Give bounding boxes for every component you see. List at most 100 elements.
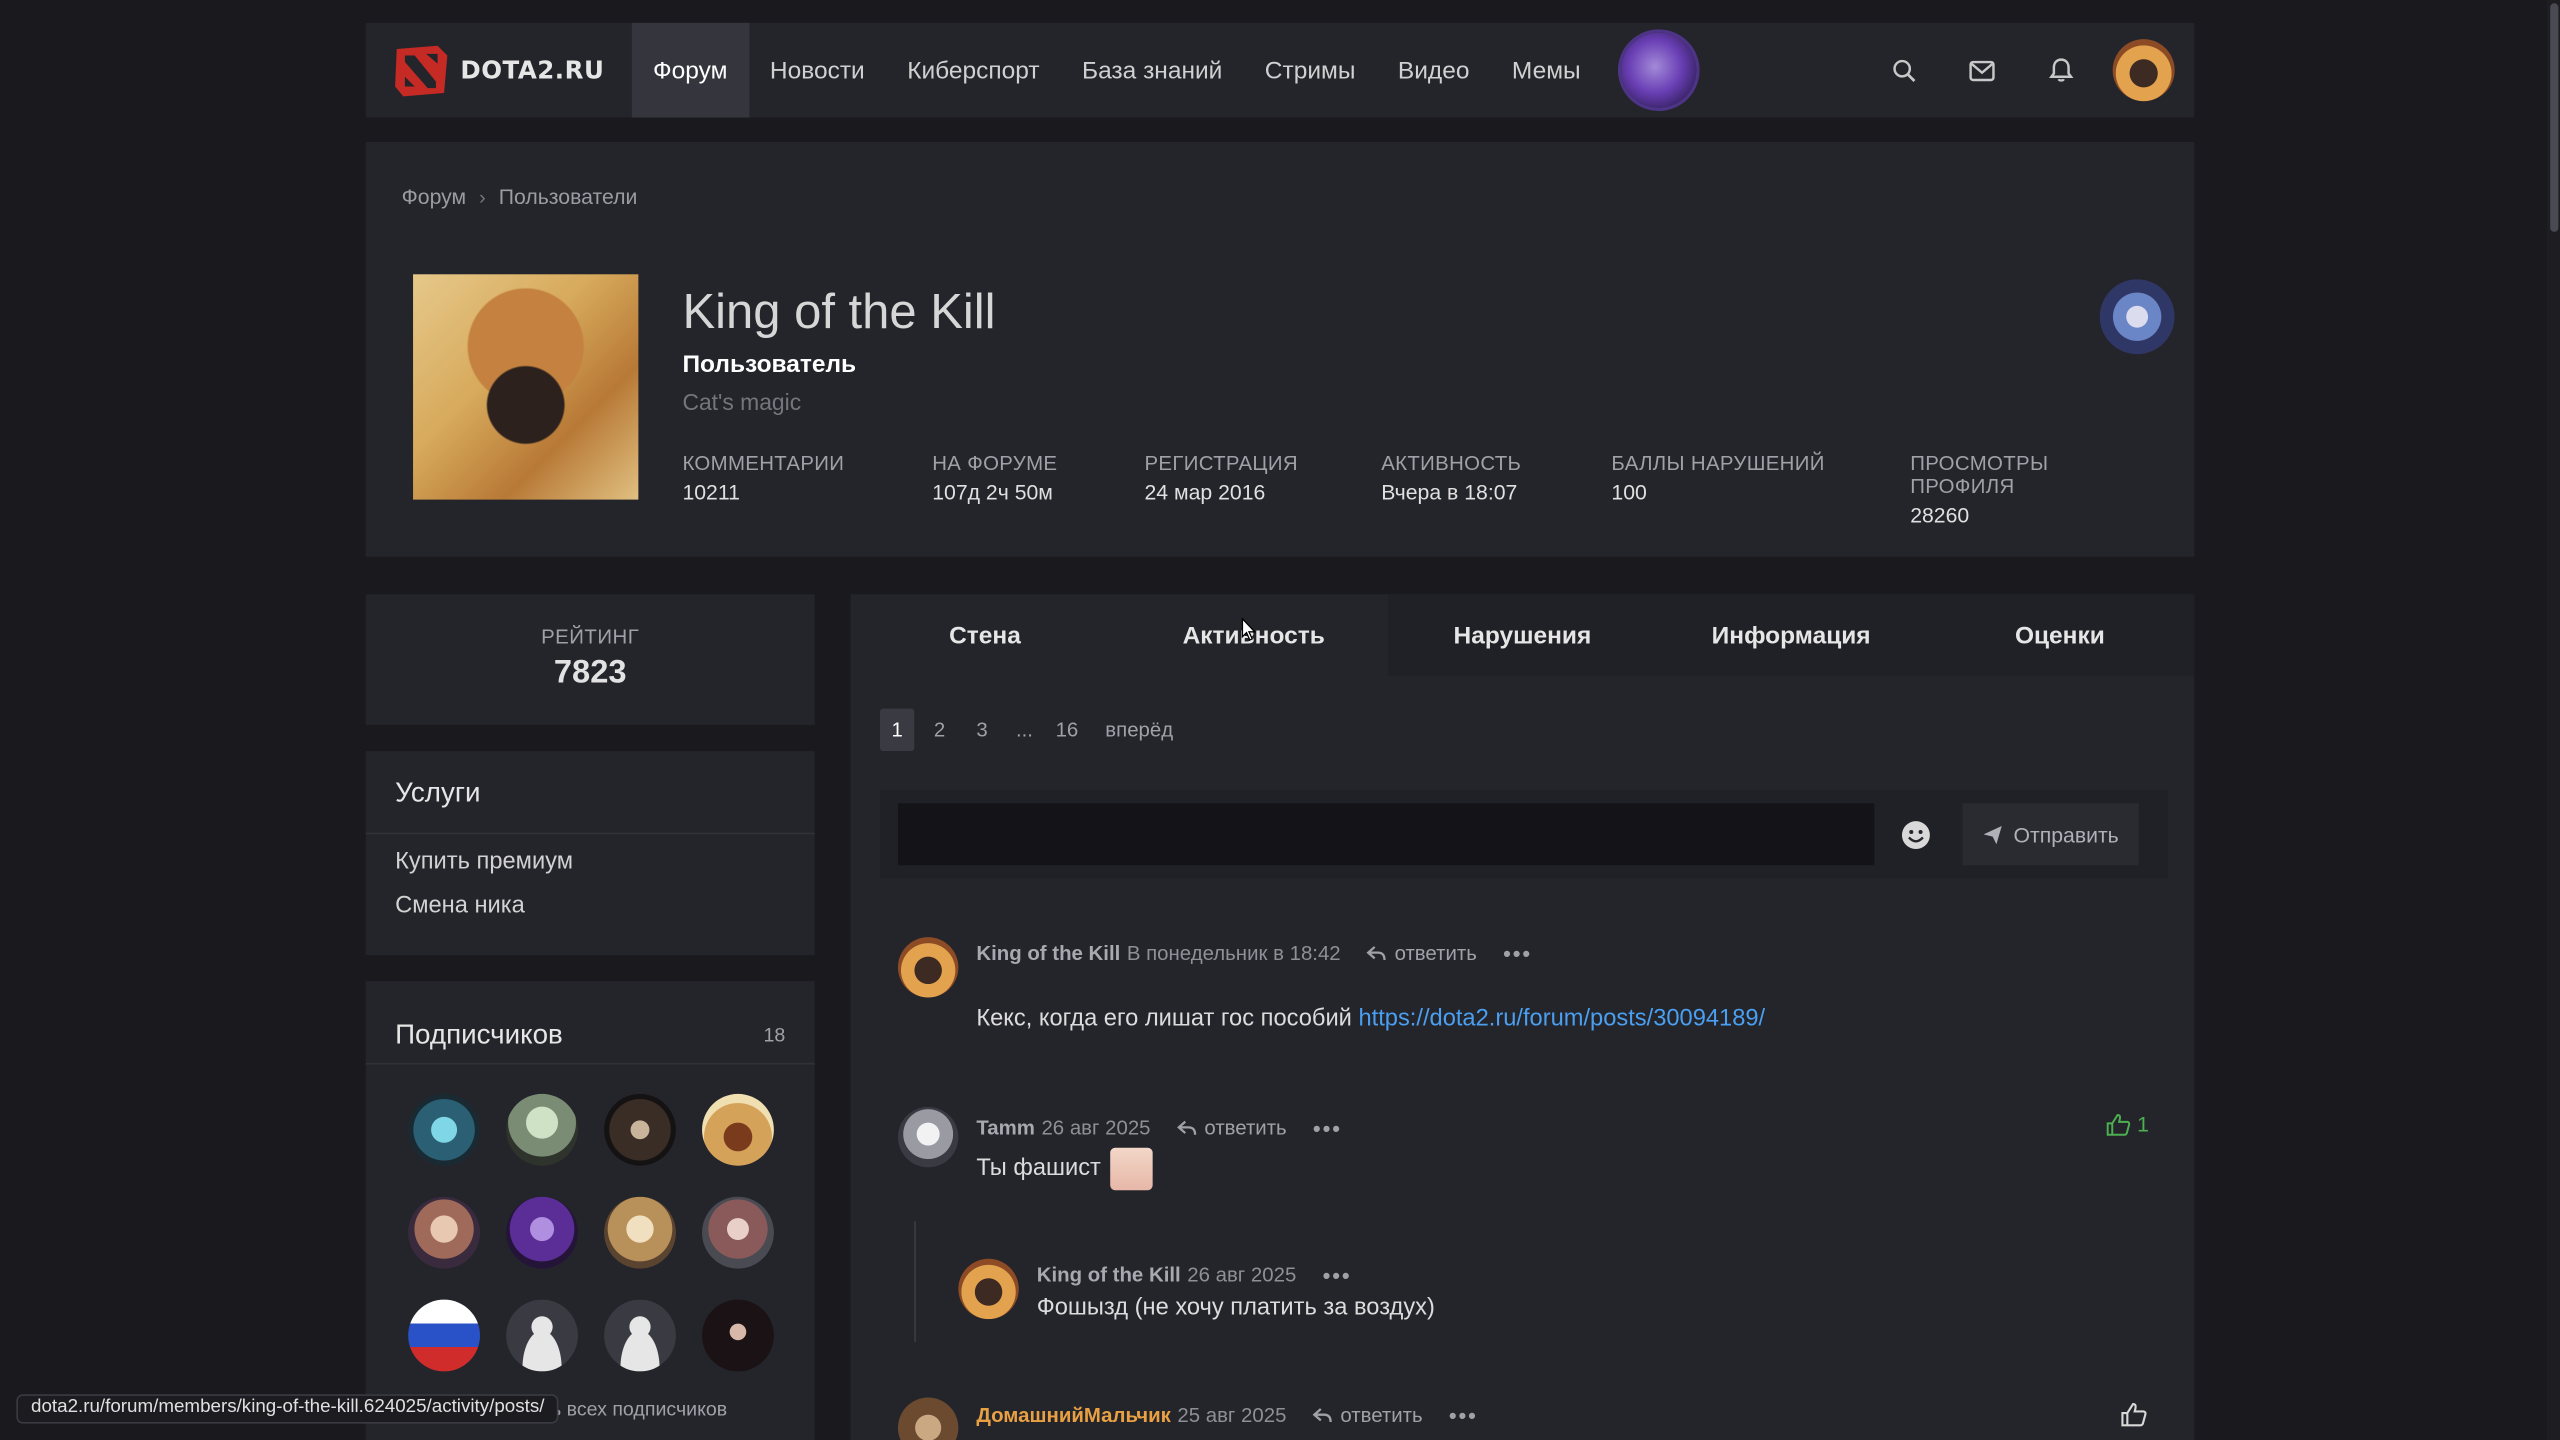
nav-memes[interactable]: Мемы bbox=[1491, 23, 1602, 118]
tab-wall[interactable]: Стена bbox=[851, 594, 1120, 676]
more-options-icon[interactable]: ••• bbox=[1322, 1262, 1351, 1288]
post-date[interactable]: В понедельник в 18:42 bbox=[1127, 942, 1341, 965]
like-button[interactable]: 1 bbox=[2106, 1112, 2149, 1136]
subscriber-avatar[interactable] bbox=[506, 1196, 578, 1269]
mouse-cursor-icon bbox=[1241, 617, 1257, 641]
more-options-icon[interactable]: ••• bbox=[1313, 1115, 1342, 1141]
user-avatar[interactable] bbox=[2112, 39, 2175, 102]
post-author[interactable]: Tamm bbox=[976, 1117, 1035, 1140]
more-options-icon[interactable]: ••• bbox=[1449, 1402, 1478, 1428]
stat-registration: Регистрация 24 мар 2016 bbox=[1144, 452, 1381, 527]
subscriber-avatar[interactable] bbox=[702, 1196, 774, 1269]
reply-label: ответить bbox=[1204, 1116, 1287, 1140]
nav-actions bbox=[1864, 23, 2194, 118]
reply-icon bbox=[1312, 1408, 1332, 1423]
page-2[interactable]: 2 bbox=[922, 709, 956, 751]
change-nick-link[interactable]: Смена ника bbox=[366, 893, 815, 919]
nav-streams[interactable]: Стримы bbox=[1244, 23, 1377, 118]
top-navigation: DOTA2.RU Форум Новости Киберспорт База з… bbox=[365, 22, 2195, 118]
nav-video[interactable]: Видео bbox=[1377, 23, 1491, 118]
tab-violations[interactable]: Нарушения bbox=[1388, 594, 1657, 676]
default-avatar-icon[interactable] bbox=[506, 1299, 578, 1372]
subscriber-avatar[interactable] bbox=[408, 1196, 480, 1269]
tab-ratings[interactable]: Оценки bbox=[1925, 594, 2195, 676]
emote-icon bbox=[1110, 1147, 1154, 1191]
subscriber-avatar[interactable] bbox=[408, 1299, 480, 1372]
subscribers-panel: Подписчиков 18 Посмотреть всех подписчик… bbox=[365, 981, 815, 1440]
subscribers-grid bbox=[366, 1064, 815, 1372]
post-author-avatar[interactable] bbox=[897, 1106, 959, 1168]
post-author-avatar[interactable] bbox=[958, 1258, 1019, 1320]
subscriber-avatar[interactable] bbox=[408, 1093, 480, 1166]
scrollbar-thumb[interactable] bbox=[2550, 3, 2559, 232]
send-button[interactable]: Отправить bbox=[1962, 803, 2139, 866]
thumbs-up-icon bbox=[2106, 1113, 2131, 1135]
stat-on-forum: На форуме 107д 2ч 50м bbox=[932, 452, 1144, 527]
page-1[interactable]: 1 bbox=[879, 708, 915, 752]
logo-text: DOTA2.RU bbox=[460, 55, 605, 85]
subscriber-avatar[interactable] bbox=[604, 1196, 676, 1269]
post-author[interactable]: King of the Kill bbox=[976, 942, 1120, 965]
stat-label: Просмотры профиля bbox=[1910, 452, 2049, 498]
subscribers-count: 18 bbox=[763, 1023, 786, 1047]
emoji-icon[interactable] bbox=[1874, 819, 1956, 850]
post-text: Ты фашист bbox=[976, 1147, 1154, 1191]
post-date[interactable]: 25 авг 2025 bbox=[1177, 1404, 1286, 1427]
chevron-right-icon: › bbox=[479, 185, 486, 209]
bell-icon[interactable] bbox=[2021, 23, 2099, 118]
post-text: Фошызд (не хочу платить за воздух) bbox=[1036, 1294, 1435, 1321]
profile-avatar[interactable] bbox=[413, 274, 639, 500]
stat-value: 107д 2ч 50м bbox=[932, 479, 1053, 505]
profile-stats: Комментарии 10211 На форуме 107д 2ч 50м … bbox=[682, 452, 2155, 527]
stat-activity: Активность Вчера в 18:07 bbox=[1381, 452, 1611, 527]
subscriber-avatar[interactable] bbox=[506, 1093, 578, 1166]
profile-role: Пользователь bbox=[682, 351, 857, 379]
nav-forum[interactable]: Форум bbox=[631, 22, 749, 118]
rating-label: РЕЙТИНГ bbox=[541, 625, 640, 649]
reply-button[interactable]: ответить bbox=[1366, 942, 1477, 965]
nav-knowledge-base[interactable]: База знаний bbox=[1061, 23, 1244, 118]
post-text: Кекс, когда его лишат гос пособий https:… bbox=[976, 1006, 1765, 1032]
post-date[interactable]: 26 авг 2025 bbox=[1041, 1117, 1150, 1140]
subscriber-avatar[interactable] bbox=[702, 1093, 774, 1166]
post-author-avatar[interactable] bbox=[897, 937, 959, 998]
nav-news[interactable]: Новости bbox=[749, 23, 886, 118]
stat-violation-points: Баллы нарушений 100 bbox=[1611, 452, 1910, 527]
send-label: Отправить bbox=[2013, 822, 2119, 847]
subscribers-header: Подписчиков 18 bbox=[365, 981, 815, 1065]
mail-icon[interactable] bbox=[1943, 23, 2021, 118]
more-options-icon[interactable]: ••• bbox=[1503, 940, 1532, 966]
breadcrumb-users[interactable]: Пользователи bbox=[499, 184, 638, 208]
subscriber-avatar[interactable] bbox=[604, 1093, 676, 1166]
next-page-link[interactable]: вперёд bbox=[1105, 709, 1173, 751]
page: DOTA2.RU Форум Новости Киберспорт База з… bbox=[0, 0, 2560, 1440]
post-author[interactable]: King of the Kill bbox=[1037, 1264, 1181, 1287]
site-logo[interactable]: DOTA2.RU bbox=[366, 23, 632, 118]
page-16[interactable]: 16 bbox=[1050, 709, 1084, 751]
page-scrollbar[interactable] bbox=[2546, 0, 2560, 1440]
reply-button[interactable]: ответить bbox=[1312, 1404, 1423, 1427]
tab-information[interactable]: Информация bbox=[1656, 594, 1926, 676]
rating-value: 7823 bbox=[553, 654, 627, 691]
post-header: ДомашнийМальчик 25 авг 2025 ответить ••• bbox=[976, 1402, 1477, 1428]
like-button[interactable] bbox=[2121, 1402, 2147, 1427]
nav-esports[interactable]: Киберспорт bbox=[886, 23, 1061, 118]
post-link[interactable]: https://dota2.ru/forum/posts/30094189/ bbox=[1358, 1006, 1765, 1032]
wall-message-input[interactable] bbox=[897, 803, 1875, 866]
buy-premium-link[interactable]: Купить премиум bbox=[366, 849, 815, 875]
post-author[interactable]: ДомашнийМальчик bbox=[976, 1404, 1171, 1427]
subscriber-avatar[interactable] bbox=[702, 1299, 774, 1372]
event-badge-icon[interactable] bbox=[1621, 32, 1697, 108]
default-avatar-icon[interactable] bbox=[604, 1299, 676, 1372]
page-ellipsis: ... bbox=[1015, 718, 1033, 742]
stat-label: Регистрация bbox=[1144, 452, 1298, 476]
post-date[interactable]: 26 авг 2025 bbox=[1187, 1264, 1296, 1287]
like-count: 1 bbox=[2137, 1111, 2149, 1137]
reply-button[interactable]: ответить bbox=[1176, 1116, 1287, 1140]
profile-card: Форум › Пользователи King of the Kill По… bbox=[365, 142, 2195, 557]
profile-name: King of the Kill bbox=[682, 285, 996, 340]
subscribers-title: Подписчиков bbox=[395, 1018, 563, 1050]
page-3[interactable]: 3 bbox=[965, 709, 999, 751]
breadcrumb-forum[interactable]: Форум bbox=[402, 184, 466, 208]
search-icon[interactable] bbox=[1864, 23, 1942, 118]
